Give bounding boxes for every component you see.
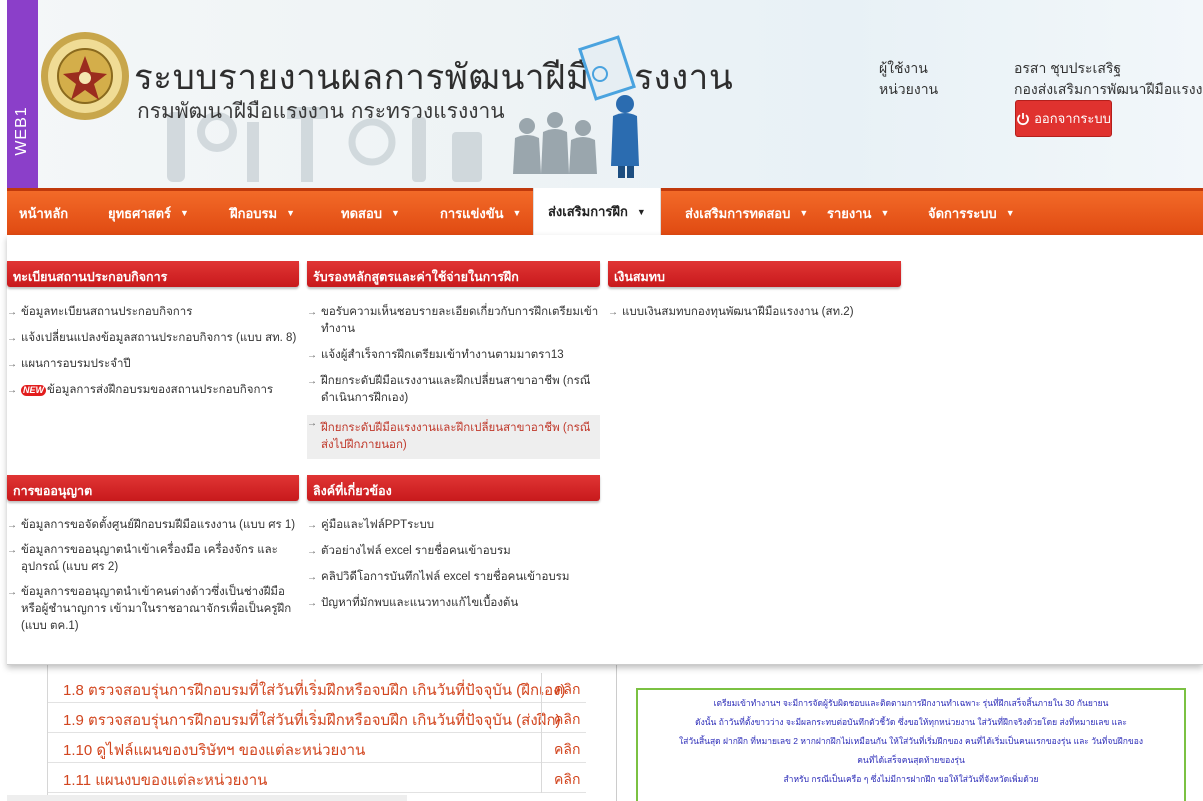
nav-label: ส่งเสริมการฝึก	[548, 204, 628, 219]
menu-item[interactable]: NEWข้อมูลการส่งฝึกอบรมของสถานประกอบกิจกา…	[7, 382, 299, 399]
chevron-down-icon: ▼	[391, 208, 400, 218]
column-divider	[541, 703, 542, 733]
menu-item[interactable]: แผนการอบรมประจำปี	[7, 356, 299, 373]
nav-label: ฝึกอบรม	[230, 205, 278, 221]
nav-label: การแข่งขัน	[440, 205, 504, 221]
user-info-values: อรสา ชุบประเสริฐ กองส่งเสริมการพัฒนาฝีมื…	[1014, 58, 1203, 100]
notice-line: สำหรับ กรณีเป็นเครือ ๆ ซึ่งไม่มีการฝากฝึ…	[783, 774, 1039, 784]
menu-item[interactable]: ขอรับความเห็นชอบรายละเอียดเกี่ยวกับการฝึ…	[307, 304, 600, 338]
menu-section-list: คู่มือและไฟล์PPTระบบ ตัวอย่างไฟล์ excel …	[307, 517, 600, 612]
notice-line: ดังนั้น ถ้าวันที่ตั้งขาวว่าง จะมีผลกระทบ…	[695, 717, 1127, 727]
main-nav: หน้าหลัก ยุทธศาสตร์ ▼ ฝึกอบรม ▼ ทดสอบ ▼ การ…	[7, 188, 1203, 235]
nav-label: หน้าหลัก	[19, 205, 69, 221]
chevron-down-icon: ▼	[799, 208, 809, 218]
menu-item[interactable]: ข้อมูลทะเบียนสถานประกอบกิจการ	[7, 304, 299, 321]
list-item-label: 1.11 แผนงบของแต่ละหน่วยงาน	[63, 772, 268, 789]
nav-label: ส่งเสริมการทดสอบ	[685, 205, 791, 221]
logout-button[interactable]: ออกจากระบบ	[1015, 100, 1112, 137]
announcement-notice: เตรียมเข้าทำงานฯ จะมีการจัดผู้รับผิดชอบแ…	[636, 688, 1186, 801]
nav-item-reports[interactable]: รายงาน ▼	[827, 191, 889, 235]
chevron-down-icon: ▼	[1005, 208, 1015, 218]
nav-item-strategy[interactable]: ยุทธศาสตร์ ▼	[108, 191, 189, 235]
list-item: 1.11 แผนงบของแต่ละหน่วยงาน คลิก	[48, 763, 586, 793]
menu-section-header: การขออนุญาต	[7, 475, 299, 501]
mega-dropdown-menu: ทะเบียนสถานประกอบกิจการ ข้อมูลทะเบียนสถา…	[7, 235, 1203, 665]
new-badge: NEW	[21, 385, 46, 396]
presentation-people-illustration	[513, 35, 639, 178]
notice-line: เตรียมเข้าทำงานฯ จะมีการจัดผู้รับผิดชอบแ…	[713, 698, 1109, 708]
click-link[interactable]: คลิก	[554, 679, 580, 701]
user-info-labels: ผู้ใช้งาน หน่วยงาน	[879, 58, 938, 100]
nav-item-home[interactable]: หน้าหลัก	[19, 191, 68, 235]
user-name: อรสา ชุบประเสริฐ	[1014, 60, 1122, 76]
menu-section-list: ข้อมูลการขอจัดตั้งศูนย์ฝึกอบรมฝีมือแรงงา…	[7, 517, 299, 635]
site-subtitle: กรมพัฒนาฝีมือแรงงาน กระทรวงแรงงาน	[137, 99, 505, 123]
menu-item[interactable]: ปัญหาที่มักพบและแนวทางแก้ไขเบื้องต้น	[307, 595, 600, 612]
menu-section-header: ลิงค์ที่เกี่ยวข้อง	[307, 475, 600, 501]
menu-item-label: ข้อมูลการส่งฝึกอบรมของสถานประกอบกิจการ	[47, 384, 274, 396]
click-link[interactable]: คลิก	[554, 739, 580, 761]
nav-item-training-promotion[interactable]: ส่งเสริมการฝึก ▼	[533, 188, 661, 235]
unit-label: หน่วยงาน	[879, 81, 939, 97]
menu-item[interactable]: ฝึกยกระดับฝีมือแรงงานและฝึกเปลี่ยนสาขาอา…	[307, 415, 600, 459]
menu-item[interactable]: ตัวอย่างไฟล์ excel รายชื่อคนเข้าอบรม	[307, 543, 600, 560]
power-icon	[1017, 112, 1029, 125]
list-item: 1.8 ตรวจสอบรุ่นการฝึกอบรมที่ใส่วันที่เริ…	[48, 673, 586, 703]
menu-item[interactable]: ข้อมูลการขออนุญาตนำเข้าเครื่องมือ เครื่อ…	[7, 542, 299, 576]
nav-label: ทดสอบ	[341, 205, 383, 221]
nav-label: ยุทธศาสตร์	[108, 205, 172, 221]
chevron-down-icon: ▼	[880, 208, 890, 218]
report-link-list: 1.8 ตรวจสอบรุ่นการฝึกอบรมที่ใส่วันที่เริ…	[47, 665, 586, 801]
nav-item-testing-promotion[interactable]: ส่งเสริมการทดสอบ ▼	[685, 191, 808, 235]
column-divider	[541, 673, 542, 703]
environment-side-tab: WEB1	[7, 0, 38, 188]
menu-item[interactable]: คู่มือและไฟล์PPTระบบ	[307, 517, 600, 534]
menu-section-header: ทะเบียนสถานประกอบกิจการ	[7, 261, 299, 287]
column-divider	[541, 733, 542, 763]
nav-item-system-admin[interactable]: จัดการระบบ ▼	[928, 191, 1015, 235]
site-header: WEB1 ระบบรายงานผลการพัฒนาฝีมือแรงงาน กรม…	[7, 0, 1203, 188]
column-divider	[541, 763, 542, 793]
list-item-label: 1.9 ตรวจสอบรุ่นการฝึกอบรมที่ใส่วันที่เริ…	[63, 712, 561, 729]
nav-label: จัดการระบบ	[928, 205, 997, 221]
department-seal-logo	[41, 32, 129, 120]
notice-line: คนที่ได้เสร็จคนสุดท้ายของรุ่น	[857, 755, 965, 765]
nav-item-competition[interactable]: การแข่งขัน ▼	[440, 191, 521, 235]
list-item-label: 1.10 ดูไฟล์แผนของบริษัทฯ ของแต่ละหน่วยงา…	[63, 742, 366, 759]
notice-line: ใส่วันสิ้นสุด ฝากฝึก ที่หมายเลข 2 หากฝาก…	[679, 736, 1143, 746]
menu-section-list: ข้อมูลทะเบียนสถานประกอบกิจการ แจ้งเปลี่ย…	[7, 304, 299, 399]
chevron-down-icon: ▼	[180, 208, 189, 218]
chevron-down-icon: ▼	[636, 206, 646, 217]
nav-item-testing[interactable]: ทดสอบ ▼	[341, 191, 400, 235]
user-label: ผู้ใช้งาน	[879, 60, 928, 76]
nav-label: รายงาน	[827, 205, 872, 221]
chevron-down-icon: ▼	[286, 208, 296, 218]
click-link[interactable]: คลิก	[554, 769, 580, 791]
click-link[interactable]: คลิก	[554, 709, 580, 731]
list-item: 1.10 ดูไฟล์แผนของบริษัทฯ ของแต่ละหน่วยงา…	[48, 733, 586, 763]
menu-item[interactable]: ข้อมูลการขออนุญาตนำเข้าคนต่างด้าวซึ่งเป็…	[7, 584, 299, 635]
menu-item[interactable]: แจ้งผู้สำเร็จการฝึกเตรียมเข้าทำงานตามมาต…	[307, 347, 600, 364]
unit-name: กองส่งเสริมการพัฒนาฝีมือแรงงาน	[1014, 81, 1203, 97]
nav-item-training[interactable]: ฝึกอบรม ▼	[230, 191, 295, 235]
menu-item[interactable]: ข้อมูลการขอจัดตั้งศูนย์ฝึกอบรมฝีมือแรงงา…	[7, 517, 299, 534]
menu-item[interactable]: ฝึกยกระดับฝีมือแรงงานและฝึกเปลี่ยนสาขาอา…	[307, 373, 600, 407]
menu-item[interactable]: คลิปวิดีโอการบันทึกไฟล์ excel รายชื่อคนเ…	[307, 569, 600, 586]
chevron-down-icon: ▼	[512, 208, 522, 218]
menu-section-header: รับรองหลักสูตรและค่าใช้จ่ายในการฝึก	[307, 261, 600, 287]
environment-label: WEB1	[13, 106, 30, 156]
horizontal-scrollbar[interactable]	[7, 795, 407, 801]
list-item-label: 1.8 ตรวจสอบรุ่นการฝึกอบรมที่ใส่วันที่เริ…	[63, 682, 566, 699]
menu-section-list: แบบเงินสมทบกองทุนพัฒนาฝีมือแรงงาน (สท.2)	[608, 304, 901, 321]
menu-item[interactable]: แจ้งเปลี่ยนแปลงข้อมูลสถานประกอบกิจการ (แ…	[7, 330, 299, 347]
list-item: 1.9 ตรวจสอบรุ่นการฝึกอบรมที่ใส่วันที่เริ…	[48, 703, 586, 733]
menu-item[interactable]: แบบเงินสมทบกองทุนพัฒนาฝีมือแรงงาน (สท.2)	[608, 304, 901, 321]
logout-label: ออกจากระบบ	[1034, 111, 1111, 126]
menu-section-header: เงินสมทบ	[608, 261, 901, 287]
menu-section-list: ขอรับความเห็นชอบรายละเอียดเกี่ยวกับการฝึ…	[307, 304, 600, 459]
